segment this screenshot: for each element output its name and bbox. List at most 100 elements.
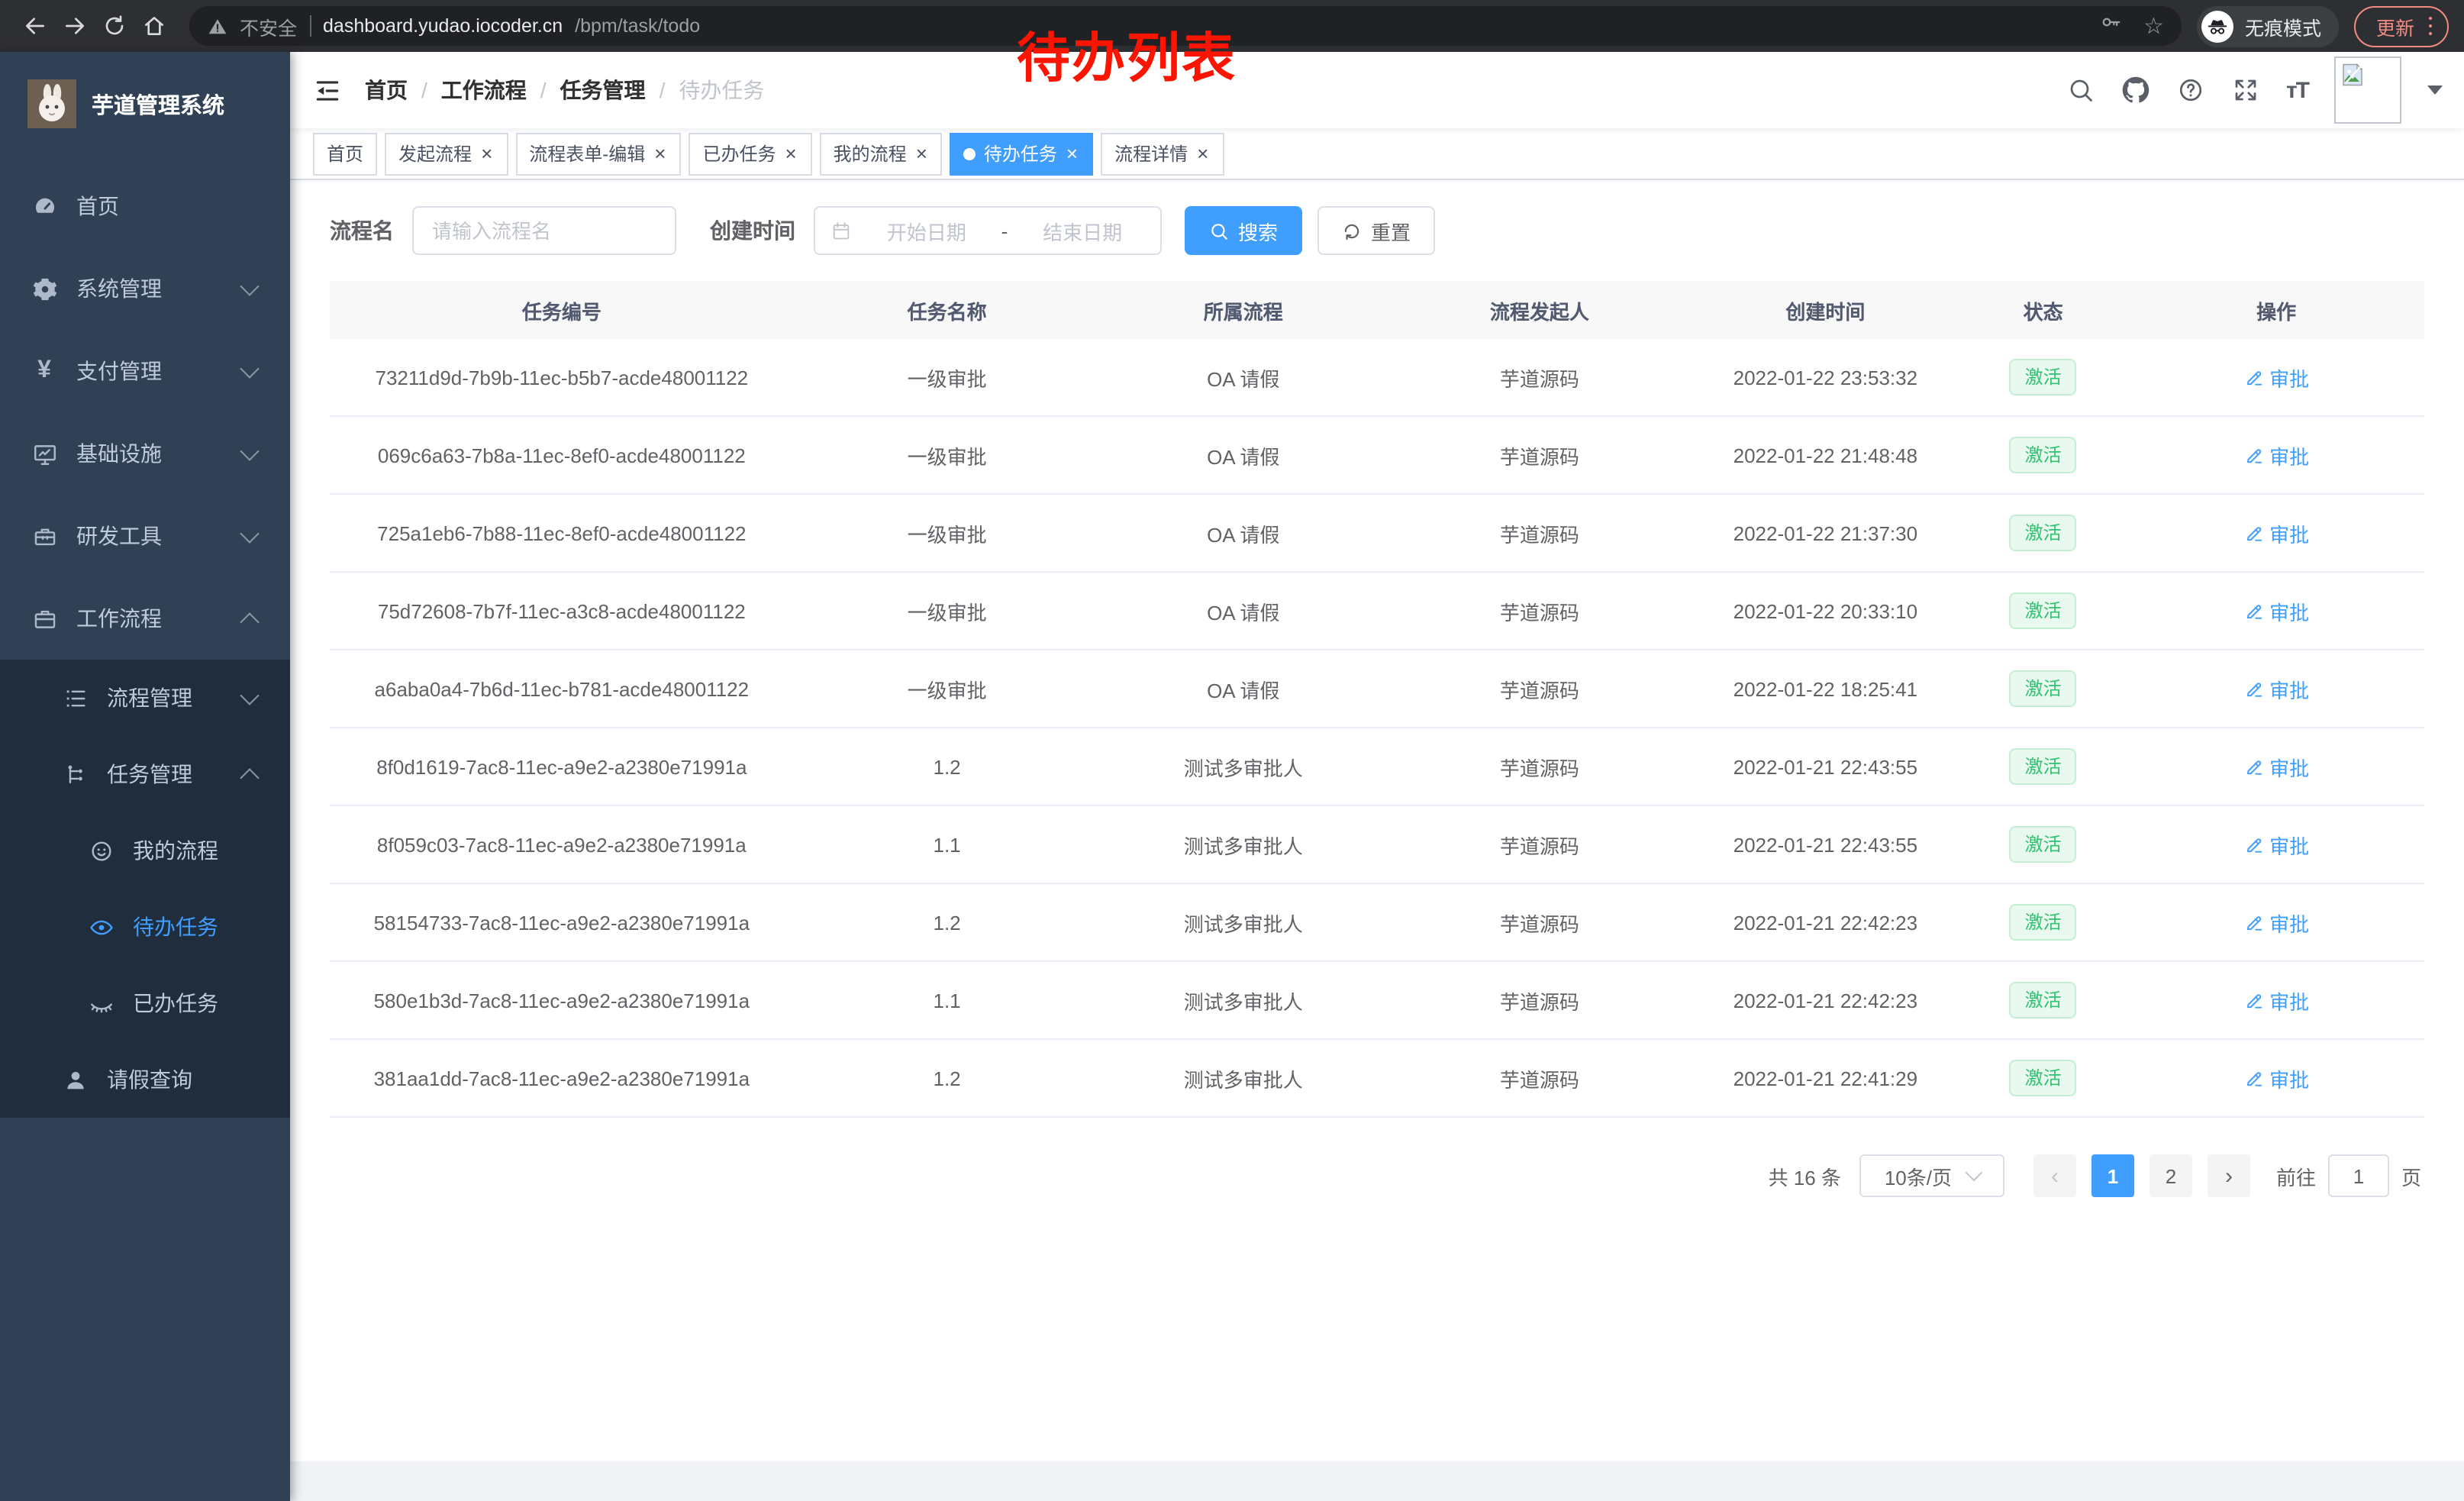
search-icon[interactable] xyxy=(2066,76,2095,105)
refresh-icon xyxy=(1342,221,1362,240)
screenshot-root: 不安全 dashboard.yudao.iocoder.cn/bpm/task/… xyxy=(0,0,2464,1501)
cell-name: 一级审批 xyxy=(794,339,1101,416)
sidebar-item-label: 基础设施 xyxy=(76,438,162,469)
tab-close-icon[interactable]: × xyxy=(1065,144,1079,163)
cell-action: 审批 xyxy=(2128,1039,2424,1117)
pagination-total: 共 16 条 xyxy=(1769,1161,1841,1190)
cell-process: 测试多审批人 xyxy=(1101,728,1386,805)
tab-我的流程[interactable]: 我的流程× xyxy=(820,132,943,175)
approve-link[interactable]: 审批 xyxy=(2243,908,2309,937)
page-button-1[interactable]: 1 xyxy=(2091,1154,2134,1197)
approve-link[interactable]: 审批 xyxy=(2243,752,2309,781)
approve-link[interactable]: 审批 xyxy=(2243,986,2309,1015)
sidebar-item-todo-task[interactable]: 待办任务 xyxy=(0,889,290,965)
tab-待办任务[interactable]: 待办任务× xyxy=(950,132,1093,175)
font-size-icon[interactable]: тT xyxy=(2286,77,2308,103)
tab-已办任务[interactable]: 已办任务× xyxy=(689,132,811,175)
sidebar-item-infra[interactable]: 基础设施 xyxy=(0,412,290,495)
sidebar-item-payment[interactable]: ¥支付管理 xyxy=(0,330,290,412)
cell-initiator: 芋道源码 xyxy=(1386,572,1693,650)
browser-home-icon[interactable] xyxy=(134,6,174,46)
help-icon[interactable] xyxy=(2176,76,2205,105)
bookmark-star-icon[interactable]: ☆ xyxy=(2143,15,2164,37)
browser-menu-icon[interactable] xyxy=(2428,17,2432,36)
approve-link[interactable]: 审批 xyxy=(2243,363,2309,392)
approve-link[interactable]: 审批 xyxy=(2243,1064,2309,1093)
github-icon[interactable] xyxy=(2121,76,2150,105)
address-bar[interactable]: 不安全 dashboard.yudao.iocoder.cn/bpm/task/… xyxy=(189,6,2182,46)
approve-link[interactable]: 审批 xyxy=(2243,596,2309,625)
search-button[interactable]: 搜索 xyxy=(1185,206,1302,255)
sidebar-item-devtools[interactable]: 研发工具 xyxy=(0,495,290,577)
goto-page-input[interactable] xyxy=(2328,1154,2389,1197)
breadcrumb-separator: / xyxy=(660,78,666,102)
table-row: 73211d9d-7b9b-11ec-b5b7-acde48001122一级审批… xyxy=(330,339,2424,416)
sidebar-item-home[interactable]: 首页 xyxy=(0,165,290,247)
sidebar-collapse-icon[interactable] xyxy=(290,76,365,105)
avatar-dropdown-caret-icon[interactable] xyxy=(2427,86,2443,95)
tab-close-icon[interactable]: × xyxy=(914,144,929,163)
process-name-input[interactable] xyxy=(412,206,676,255)
sidebar-item-system[interactable]: 系统管理 xyxy=(0,247,290,330)
filter-bar: 流程名 创建时间 开始日期 - 结束日期 搜索 重 xyxy=(330,206,2424,255)
approve-link-label: 审批 xyxy=(2269,1064,2309,1093)
status-badge: 激活 xyxy=(2010,515,2077,551)
tab-流程详情[interactable]: 流程详情× xyxy=(1101,132,1224,175)
url-host: dashboard.yudao.iocoder.cn xyxy=(323,15,563,37)
column-header: 流程发起人 xyxy=(1386,281,1693,339)
cell-id: 069c6a63-7b8a-11ec-8ef0-acde48001122 xyxy=(330,416,794,494)
task-table: 任务编号任务名称所属流程流程发起人创建时间状态操作 73211d9d-7b9b-… xyxy=(330,281,2424,1118)
avatar[interactable] xyxy=(2334,56,2401,124)
cell-initiator: 芋道源码 xyxy=(1386,1039,1693,1117)
chevron-down-icon xyxy=(240,685,259,704)
reset-button[interactable]: 重置 xyxy=(1317,206,1435,255)
edit-pencil-icon xyxy=(2243,912,2263,932)
sidebar-item-label: 流程管理 xyxy=(107,683,192,713)
approve-link-label: 审批 xyxy=(2269,986,2309,1015)
tab-close-icon[interactable]: × xyxy=(783,144,798,163)
password-key-icon[interactable] xyxy=(2099,11,2122,41)
tab-close-icon[interactable]: × xyxy=(479,144,494,163)
sidebar-item-process-mgmt[interactable]: 流程管理 xyxy=(0,660,290,736)
edit-pencil-icon xyxy=(2243,679,2263,699)
page-size-value: 10条/页 xyxy=(1885,1161,1952,1190)
browser-update-button[interactable]: 更新 xyxy=(2355,5,2449,47)
browser-back-icon[interactable] xyxy=(15,6,55,46)
sidebar-item-task-mgmt[interactable]: 任务管理 xyxy=(0,736,290,812)
breadcrumb-item[interactable]: 任务管理 xyxy=(560,75,646,105)
tab-首页[interactable]: 首页 xyxy=(313,132,377,175)
status-badge: 激活 xyxy=(2010,748,2077,785)
browser-forward-icon[interactable] xyxy=(55,6,95,46)
sidebar-item-leave-query[interactable]: 请假查询 xyxy=(0,1041,290,1118)
fullscreen-icon[interactable] xyxy=(2231,76,2260,105)
tab-close-icon[interactable]: × xyxy=(653,144,667,163)
breadcrumb-item[interactable]: 首页 xyxy=(365,75,408,105)
cell-process: 测试多审批人 xyxy=(1101,1039,1386,1117)
edit-pencil-icon xyxy=(2243,367,2263,387)
cell-name: 1.2 xyxy=(794,883,1101,961)
next-page-button[interactable]: › xyxy=(2208,1154,2250,1197)
prev-page-button[interactable]: ‹ xyxy=(2033,1154,2076,1197)
breadcrumb-item[interactable]: 工作流程 xyxy=(441,75,527,105)
sidebar-item-label: 研发工具 xyxy=(76,521,162,551)
status-badge: 激活 xyxy=(2010,359,2077,395)
page-size-select[interactable]: 10条/页 xyxy=(1859,1154,2004,1197)
approve-link[interactable]: 审批 xyxy=(2243,674,2309,703)
tab-流程表单-编辑[interactable]: 流程表单-编辑× xyxy=(515,132,681,175)
cell-initiator: 芋道源码 xyxy=(1386,494,1693,572)
approve-link[interactable]: 审批 xyxy=(2243,518,2309,547)
sidebar-item-done-task[interactable]: 已办任务 xyxy=(0,965,290,1041)
cell-created: 2022-01-21 22:41:29 xyxy=(1693,1039,1958,1117)
approve-link[interactable]: 审批 xyxy=(2243,830,2309,859)
tab-close-icon[interactable]: × xyxy=(1195,144,1210,163)
tab-发起流程[interactable]: 发起流程× xyxy=(385,132,508,175)
date-range-picker[interactable]: 开始日期 - 结束日期 xyxy=(814,206,1162,255)
table-row: 8f0d1619-7ac8-11ec-a9e2-a2380e71991a1.2测… xyxy=(330,728,2424,805)
sidebar-item-workflow[interactable]: 工作流程 xyxy=(0,577,290,660)
page-button-2[interactable]: 2 xyxy=(2150,1154,2192,1197)
approve-link[interactable]: 审批 xyxy=(2243,441,2309,470)
sidebar-item-my-process[interactable]: 我的流程 xyxy=(0,812,290,889)
end-date-placeholder: 结束日期 xyxy=(1020,216,1145,245)
cell-name: 1.2 xyxy=(794,1039,1101,1117)
browser-reload-icon[interactable] xyxy=(95,6,134,46)
